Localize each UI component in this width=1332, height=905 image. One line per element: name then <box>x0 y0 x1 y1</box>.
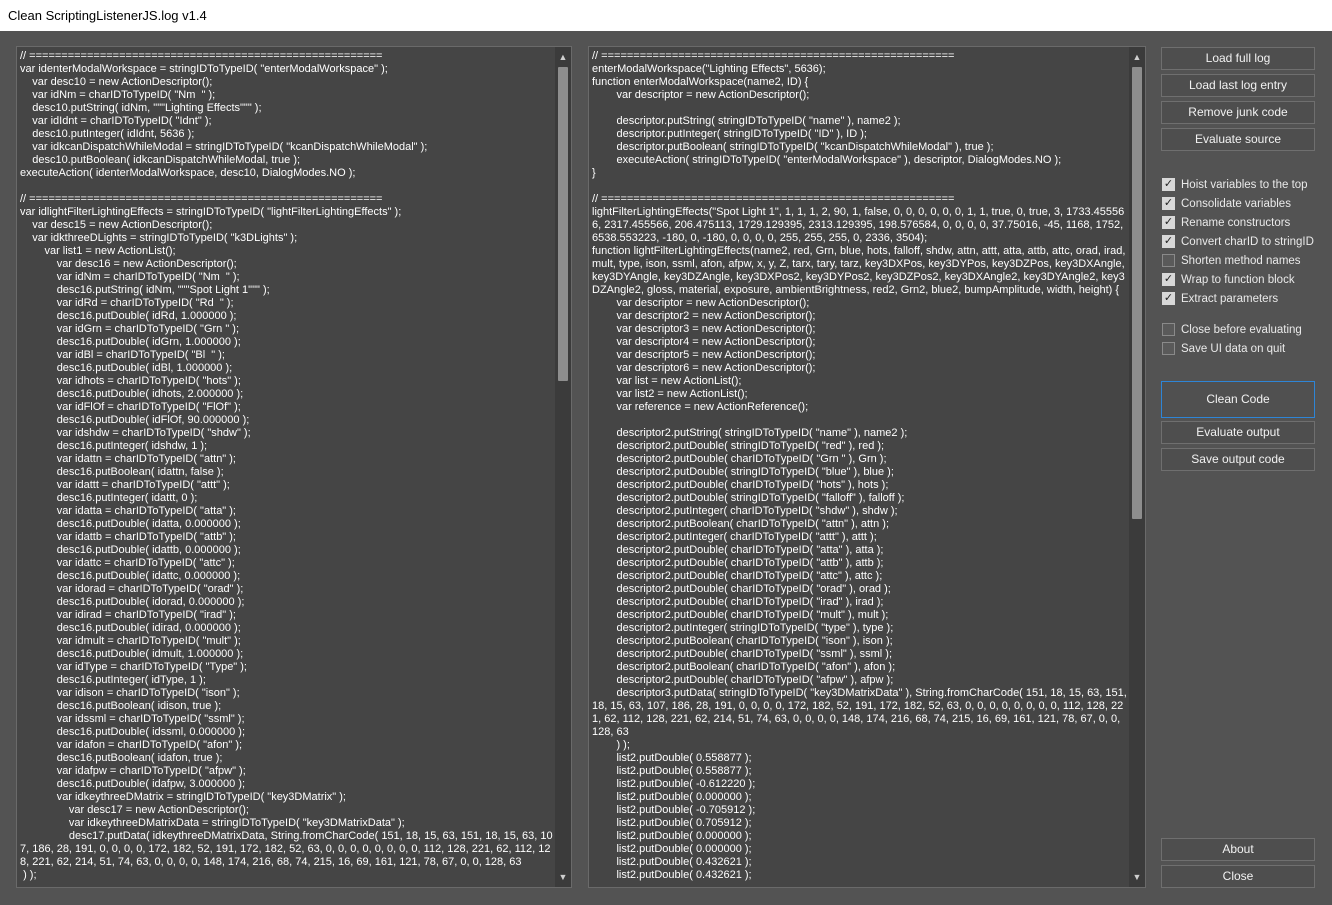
close-button[interactable]: Close <box>1161 865 1315 888</box>
source-code-editor[interactable]: // =====================================… <box>16 46 572 888</box>
option-label: Save UI data on quit <box>1181 343 1286 355</box>
clean-code-button[interactable]: Clean Code <box>1161 381 1315 418</box>
output-scrollbar[interactable]: ▲ ▼ <box>1129 47 1145 887</box>
checkbox-icon[interactable]: ✓ <box>1162 235 1175 248</box>
checkbox-icon[interactable] <box>1162 254 1175 267</box>
option-label: Hoist variables to the top <box>1181 179 1308 191</box>
option-shorten-method-names[interactable]: Shorten method names <box>1162 252 1322 270</box>
save-output-code-button[interactable]: Save output code <box>1161 448 1315 471</box>
option-close-before-evaluating[interactable]: Close before evaluating <box>1162 321 1322 339</box>
option-rename-constructors[interactable]: ✓ Rename constructors <box>1162 214 1322 232</box>
option-consolidate-variables[interactable]: ✓ Consolidate variables <box>1162 195 1322 213</box>
scroll-down-icon[interactable]: ▼ <box>1129 869 1145 885</box>
checkbox-icon[interactable]: ✓ <box>1162 216 1175 229</box>
output-scrollbar-thumb[interactable] <box>1132 67 1142 519</box>
source-scrollbar-thumb[interactable] <box>558 67 568 381</box>
checkbox-icon[interactable]: ✓ <box>1162 197 1175 210</box>
checkbox-icon[interactable] <box>1162 323 1175 336</box>
option-label: Convert charID to stringID <box>1181 236 1314 248</box>
evaluate-output-button[interactable]: Evaluate output <box>1161 421 1315 444</box>
option-convert-charid[interactable]: ✓ Convert charID to stringID <box>1162 233 1322 251</box>
output-code-editor[interactable]: // =====================================… <box>588 46 1146 888</box>
option-hoist-variables[interactable]: ✓ Hoist variables to the top <box>1162 176 1322 194</box>
scroll-down-icon[interactable]: ▼ <box>555 869 571 885</box>
about-button[interactable]: About <box>1161 838 1315 861</box>
scroll-up-icon[interactable]: ▲ <box>1129 49 1145 65</box>
option-label: Rename constructors <box>1181 217 1291 229</box>
load-full-log-button[interactable]: Load full log <box>1161 47 1315 70</box>
option-label: Shorten method names <box>1181 255 1301 267</box>
option-save-ui-data-on-quit[interactable]: Save UI data on quit <box>1162 340 1322 358</box>
checkbox-icon[interactable] <box>1162 342 1175 355</box>
option-extract-parameters[interactable]: ✓ Extract parameters <box>1162 290 1322 308</box>
checkbox-icon[interactable]: ✓ <box>1162 292 1175 305</box>
window-title: Clean ScriptingListenerJS.log v1.4 <box>0 0 1332 31</box>
checkbox-icon[interactable]: ✓ <box>1162 273 1175 286</box>
source-code-text[interactable]: // =====================================… <box>20 50 553 887</box>
checkbox-icon[interactable]: ✓ <box>1162 178 1175 191</box>
scroll-up-icon[interactable]: ▲ <box>555 49 571 65</box>
evaluate-source-button[interactable]: Evaluate source <box>1161 128 1315 151</box>
option-label: Close before evaluating <box>1181 324 1302 336</box>
output-code-text[interactable]: // =====================================… <box>592 50 1127 887</box>
option-label: Extract parameters <box>1181 293 1279 305</box>
remove-junk-code-button[interactable]: Remove junk code <box>1161 101 1315 124</box>
load-last-log-entry-button[interactable]: Load last log entry <box>1161 74 1315 97</box>
option-label: Wrap to function block <box>1181 274 1295 286</box>
source-scrollbar[interactable]: ▲ ▼ <box>555 47 571 887</box>
option-wrap-to-function-block[interactable]: ✓ Wrap to function block <box>1162 271 1322 289</box>
option-label: Consolidate variables <box>1181 198 1291 210</box>
